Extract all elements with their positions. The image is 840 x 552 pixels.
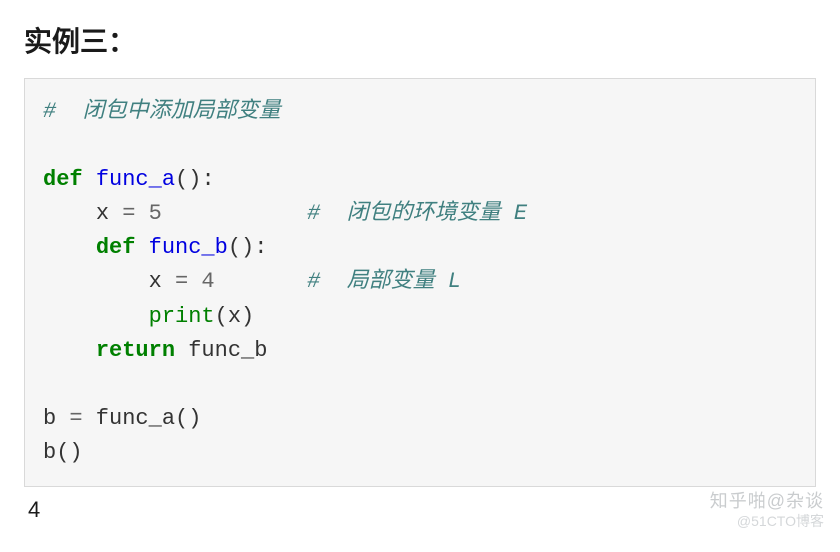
code-op: = [69,406,82,431]
code-colon: : [254,235,267,260]
code-builtin-print: print [149,304,215,329]
code-paren-close: ) [241,304,254,329]
code-call: b() [43,440,83,465]
code-var: x [96,201,122,226]
code-func-name: func_b [149,235,228,260]
code-comment: # 局部变量 L [307,269,461,294]
code-call: func_a() [83,406,202,431]
code-var: x [228,304,241,329]
code-keyword-def: def [43,167,83,192]
code-number: 4 [188,269,214,294]
code-op: = [175,269,188,294]
watermark-text: 知乎啪@杂谈 [710,487,824,513]
code-parens: () [175,167,201,192]
code-keyword-def: def [96,235,136,260]
section-title: 实例三： [24,20,816,60]
code-paren-open: ( [215,304,228,329]
code-comment: # 闭包中添加局部变量 [43,99,281,124]
watermark-block: 知乎啪@杂谈 @51CTO博客 [24,487,824,531]
code-var: x [149,269,175,294]
code-parens: () [228,235,254,260]
code-var: b [43,406,69,431]
code-op: = [122,201,135,226]
code-block: # 闭包中添加局部变量 def func_a(): x = 5 # 闭包的环境变… [24,78,816,487]
code-return-val: func_b [175,338,267,363]
code-colon: : [201,167,214,192]
watermark-text: @51CTO博客 [737,511,824,531]
code-keyword-return: return [96,338,175,363]
code-func-name: func_a [96,167,175,192]
code-comment: # 闭包的环境变量 E [307,201,527,226]
code-number: 5 [135,201,161,226]
